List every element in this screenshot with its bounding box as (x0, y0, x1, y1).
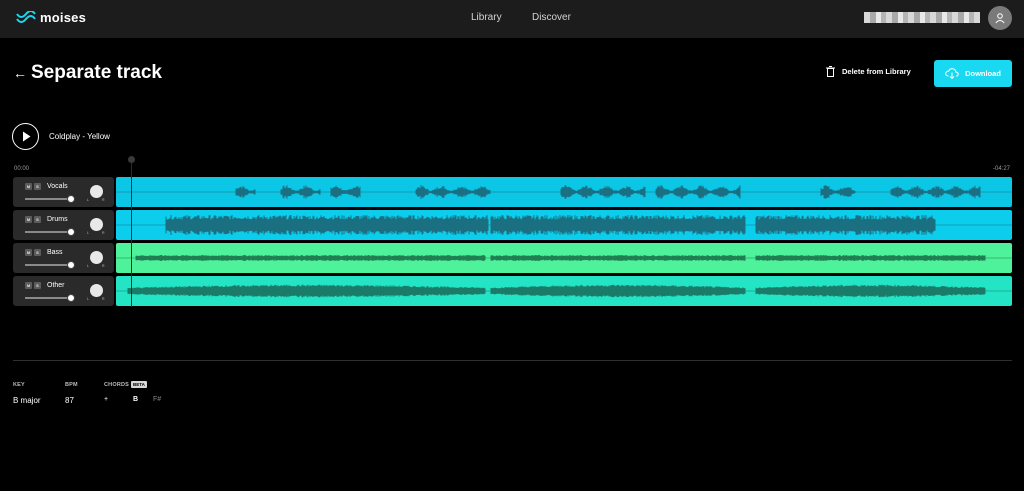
solo-button[interactable]: S (34, 216, 41, 223)
track-controls: M S Bass L R (13, 243, 114, 273)
pan-right-label: R (102, 231, 105, 235)
track-name: Bass (47, 249, 63, 256)
top-nav: moises Library Discover (0, 0, 1024, 38)
logo-wave-icon (16, 10, 36, 23)
key-value: B major (13, 396, 41, 405)
delete-from-library-button[interactable]: Delete from Library (826, 66, 911, 77)
pan-left-label: L (87, 297, 89, 301)
back-arrow-icon[interactable]: ← (13, 66, 27, 80)
bpm-value: 87 (65, 396, 74, 405)
waveform-vocals[interactable] (116, 177, 1012, 207)
mute-button[interactable]: M (25, 216, 32, 223)
song-title: Coldplay - Yellow (49, 132, 110, 141)
waveform-bass[interactable] (116, 243, 1012, 273)
page-title: Separate track (31, 62, 162, 83)
moises-logo[interactable]: moises (16, 10, 86, 25)
pan-knob[interactable] (90, 185, 103, 198)
volume-slider-handle[interactable] (67, 261, 75, 269)
track-other: M S Other L R (13, 276, 1012, 306)
waveform-graphic (116, 210, 1012, 240)
nav-library[interactable]: Library (471, 12, 502, 23)
waveform-graphic (116, 276, 1012, 306)
user-avatar[interactable] (988, 6, 1012, 30)
waveform-graphic (116, 243, 1012, 273)
time-remaining: -04:27 (993, 166, 1011, 172)
track-controls: M S Other L R (13, 276, 114, 306)
volume-slider[interactable] (25, 198, 70, 200)
trash-icon (826, 66, 835, 77)
pan-right-label: R (102, 297, 105, 301)
pan-knob[interactable] (90, 251, 103, 264)
chords-label: CHORDS (104, 382, 130, 388)
waveform-drums[interactable] (116, 210, 1012, 240)
chord-item-current: B (133, 396, 139, 403)
track-name: Other (47, 282, 65, 289)
cloud-download-icon (945, 68, 959, 79)
bpm-label: BPM (65, 382, 78, 388)
play-button[interactable] (12, 123, 39, 150)
pan-left-label: L (87, 264, 89, 268)
pan-left-label: L (87, 231, 89, 235)
download-label: Download (965, 69, 1001, 78)
user-icon (995, 13, 1005, 24)
mute-button[interactable]: M (25, 183, 32, 190)
pan-left-label: L (87, 198, 89, 202)
volume-slider[interactable] (25, 264, 70, 266)
track-bass: M S Bass L R (13, 243, 1012, 273)
pan-knob[interactable] (90, 284, 103, 297)
download-button[interactable]: Download (934, 60, 1012, 87)
delete-label: Delete from Library (842, 67, 911, 76)
solo-button[interactable]: S (34, 249, 41, 256)
solo-button[interactable]: S (34, 282, 41, 289)
volume-slider-handle[interactable] (67, 294, 75, 302)
beta-badge: BETA (131, 381, 147, 388)
waveform-graphic (116, 177, 1012, 207)
track-vocals: M S Vocals L R (13, 177, 1012, 207)
time-start: 00:00 (14, 166, 30, 172)
mute-button[interactable]: M (25, 282, 32, 289)
track-name: Drums (47, 216, 68, 223)
waveform-path (127, 284, 986, 298)
solo-button[interactable]: S (34, 183, 41, 190)
playhead-line (131, 162, 132, 307)
logo-text: moises (40, 10, 87, 25)
waveform-other[interactable] (116, 276, 1012, 306)
track-controls: M S Drums L R (13, 210, 114, 240)
pan-knob[interactable] (90, 218, 103, 231)
nav-discover[interactable]: Discover (532, 12, 571, 23)
play-icon (22, 131, 30, 142)
volume-slider-handle[interactable] (67, 195, 75, 203)
mute-button[interactable]: M (25, 249, 32, 256)
pan-right-label: R (102, 198, 105, 202)
section-divider (13, 360, 1012, 361)
volume-slider[interactable] (25, 231, 70, 233)
volume-slider[interactable] (25, 297, 70, 299)
track-name: Vocals (47, 183, 68, 190)
chord-item: F# (153, 396, 162, 403)
key-label: KEY (13, 382, 25, 388)
pan-right-label: R (102, 264, 105, 268)
volume-slider-handle[interactable] (67, 228, 75, 236)
track-controls: M S Vocals L R (13, 177, 114, 207)
user-name-redacted (864, 12, 980, 23)
track-drums: M S Drums L R (13, 210, 1012, 240)
chord-item: + (104, 396, 109, 403)
